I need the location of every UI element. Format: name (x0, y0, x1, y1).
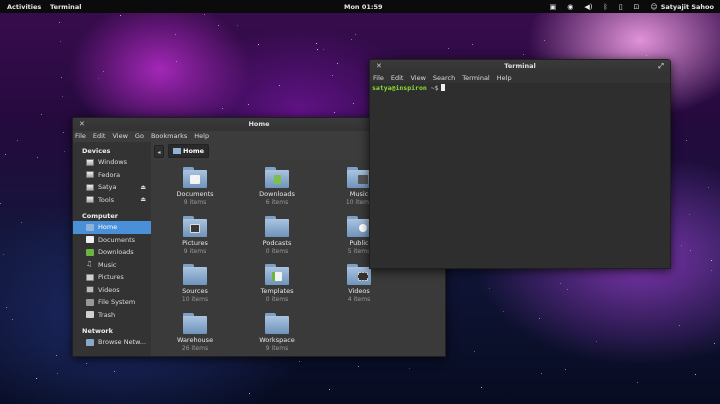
menu-file[interactable]: File (75, 131, 86, 141)
folder-icon (183, 216, 207, 237)
folder-icon (347, 167, 371, 188)
sidebar-item-windows[interactable]: Windows (73, 156, 151, 169)
menu-help[interactable]: Help (497, 73, 512, 83)
folder-warehouse[interactable]: Warehouse 26 items (165, 313, 225, 352)
folder-documents[interactable]: Documents 9 items (165, 167, 225, 206)
network-icon[interactable]: ⊡ (634, 3, 640, 11)
menu-edit[interactable]: Edit (93, 131, 106, 141)
drive-icon (86, 183, 94, 191)
sidebar-item-videos[interactable]: Videos (73, 284, 151, 297)
volume-icon[interactable]: ◀) (584, 3, 592, 11)
terminal-window: ✕ Terminal ⤢ File Edit View Search Termi… (369, 59, 671, 269)
sidebar-item-tools[interactable]: Tools ⏏ (73, 194, 151, 207)
terminal-title: Terminal (504, 62, 536, 70)
folder-icon (183, 264, 207, 285)
menu-search[interactable]: Search (433, 73, 455, 83)
sidebar-item-trash[interactable]: Trash (73, 309, 151, 322)
folder-sources[interactable]: Sources 10 items (165, 264, 225, 303)
folder-workspace[interactable]: Workspace 9 items (247, 313, 307, 352)
folder-icon (183, 313, 207, 334)
folder-videos[interactable]: Videos 4 items (329, 264, 389, 303)
videos-icon (86, 286, 94, 294)
folder-pictures[interactable]: Pictures 9 items (165, 216, 225, 255)
drive-icon (86, 158, 94, 166)
drive-icon (86, 196, 94, 204)
prompt-user: satya@inspiron (372, 84, 427, 92)
menu-terminal[interactable]: Terminal (462, 73, 489, 83)
sidebar-header-network: Network (82, 327, 113, 335)
home-folder-icon (173, 148, 181, 154)
sidebar-item-browse-network[interactable]: Browse Netw... (73, 336, 151, 349)
documents-icon (86, 236, 94, 244)
window-title: Home (248, 120, 270, 128)
terminal-area[interactable]: satya@inspiron ~$ (370, 83, 670, 93)
menu-file[interactable]: File (373, 73, 384, 83)
sidebar-item-downloads[interactable]: Downloads (73, 246, 151, 259)
user-menu[interactable]: ☺ Satyajit Sahoo (650, 3, 714, 11)
system-tray: ▣ ◉ ◀) ᛒ ▯ ⊡ ☺ Satyajit Sahoo (550, 3, 714, 11)
folder-icon (265, 313, 289, 334)
downloads-icon (86, 248, 94, 256)
path-back-button[interactable]: ◂ (154, 144, 164, 158)
folder-icon (265, 167, 289, 188)
drive-icon (86, 171, 94, 179)
menu-help[interactable]: Help (194, 131, 209, 141)
sidebar: Devices Windows Fedora Satya ⏏ Tools ⏏ Com… (73, 142, 151, 356)
folder-icon (183, 167, 207, 188)
sidebar-item-documents[interactable]: Documents (73, 234, 151, 247)
sidebar-header-computer: Computer (82, 212, 119, 220)
menu-view[interactable]: View (112, 131, 127, 141)
folder-downloads[interactable]: Downloads 6 items (247, 167, 307, 206)
folder-templates[interactable]: Templates 0 items (247, 264, 307, 303)
sidebar-item-pictures[interactable]: Pictures (73, 271, 151, 284)
folder-icon (265, 264, 289, 285)
pictures-icon (86, 273, 94, 281)
terminal-menubar: File Edit View Search Terminal Help (370, 73, 670, 83)
sidebar-item-fedora[interactable]: Fedora (73, 169, 151, 182)
user-name: Satyajit Sahoo (660, 2, 714, 11)
music-icon: ♫ (86, 260, 93, 269)
app-menu-button[interactable]: Terminal (50, 3, 81, 11)
close-icon[interactable]: ✕ (376, 60, 382, 73)
folder-icon (347, 216, 371, 237)
folder-icon (347, 264, 371, 285)
menu-bookmarks[interactable]: Bookmarks (151, 131, 187, 141)
notification-icon[interactable]: ▣ (550, 3, 557, 11)
user-icon: ☺ (650, 2, 658, 11)
sidebar-header-devices: Devices (82, 147, 111, 155)
accessibility-icon[interactable]: ◉ (567, 3, 573, 11)
menu-view[interactable]: View (410, 73, 425, 83)
eject-icon[interactable]: ⏏ (140, 184, 146, 191)
top-bar: Activities Terminal Mon 01:59 ▣ ◉ ◀) ᛒ ▯… (0, 0, 720, 13)
close-icon[interactable]: ✕ (79, 118, 85, 131)
maximize-icon[interactable]: ⤢ (658, 60, 664, 73)
clock[interactable]: Mon 01:59 (344, 3, 383, 11)
sidebar-item-satya[interactable]: Satya ⏏ (73, 181, 151, 194)
terminal-titlebar[interactable]: ✕ Terminal ⤢ (370, 60, 670, 73)
home-folder-icon (86, 223, 94, 231)
sidebar-item-music[interactable]: ♫ Music (73, 259, 151, 272)
bluetooth-icon[interactable]: ᛒ (603, 3, 607, 11)
prompt-path: ~$ (430, 84, 439, 92)
file-system-icon (86, 298, 94, 306)
path-crumb-home[interactable]: Home (168, 144, 210, 158)
menu-edit[interactable]: Edit (391, 73, 404, 83)
eject-icon[interactable]: ⏏ (140, 196, 146, 203)
trash-icon (86, 311, 94, 319)
folder-podcasts[interactable]: Podcasts 0 items (247, 216, 307, 255)
menu-go[interactable]: Go (135, 131, 144, 141)
text-cursor (440, 84, 445, 91)
activities-button[interactable]: Activities (7, 3, 41, 11)
folder-icon (265, 216, 289, 237)
battery-icon[interactable]: ▯ (619, 3, 623, 11)
sidebar-item-file-system[interactable]: File System (73, 296, 151, 309)
network-icon (86, 338, 94, 346)
sidebar-item-home[interactable]: Home (73, 221, 151, 234)
